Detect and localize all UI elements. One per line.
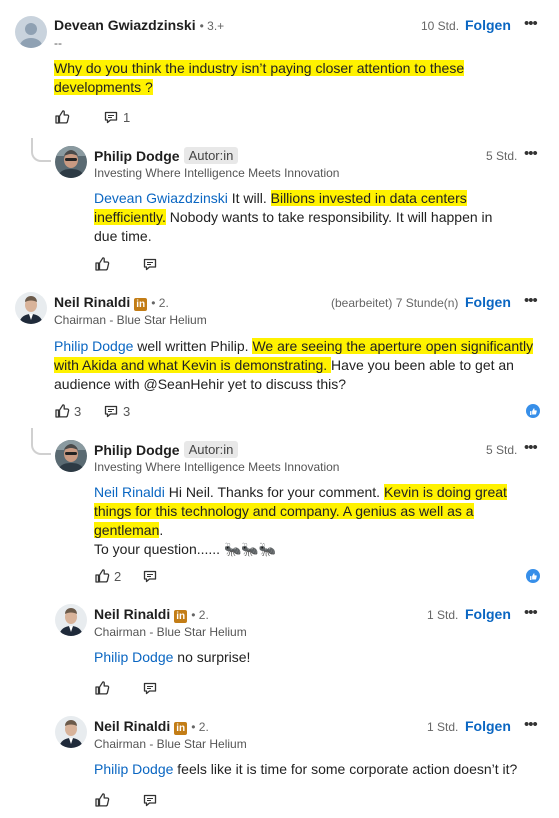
- timestamp: 5 Std.: [486, 149, 518, 163]
- comment-icon: [103, 403, 119, 419]
- timestamp: 1 Std.: [427, 608, 459, 622]
- reply-button[interactable]: 3: [103, 403, 130, 419]
- comment-text: Philip Dodge no surprise!: [94, 649, 251, 665]
- avatar[interactable]: [55, 716, 87, 748]
- linkedin-premium-icon: in: [174, 610, 188, 623]
- like-button[interactable]: [94, 680, 110, 696]
- like-button[interactable]: 2: [94, 568, 121, 584]
- mention-link[interactable]: Philip Dodge: [54, 338, 133, 354]
- reply-count: 1: [123, 109, 131, 125]
- avatar[interactable]: [55, 440, 87, 472]
- more-icon[interactable]: •••: [524, 293, 538, 308]
- reply-button[interactable]: [142, 680, 158, 696]
- avatar[interactable]: [55, 146, 87, 178]
- mention-link[interactable]: Philip Dodge: [94, 761, 173, 777]
- mention-link[interactable]: Devean Gwiazdzinski: [94, 190, 228, 206]
- comment-text: Neil Rinaldi Hi Neil. Thanks for your co…: [94, 484, 507, 557]
- linkedin-premium-icon: in: [134, 298, 148, 311]
- author-subtitle: --: [54, 36, 62, 50]
- author-name[interactable]: Neil Rinaldi: [94, 718, 170, 734]
- thumbs-up-icon: [54, 403, 70, 419]
- more-icon[interactable]: •••: [524, 440, 538, 455]
- thread-line: [31, 138, 51, 162]
- author-badge: Autor:in: [183, 441, 239, 458]
- thumbs-up-icon: [94, 568, 110, 584]
- like-count: 2: [114, 568, 122, 584]
- thumbs-up-icon: [94, 680, 110, 696]
- author-name[interactable]: Neil Rinaldi: [54, 294, 130, 310]
- more-icon[interactable]: •••: [524, 16, 538, 31]
- like-count: 3: [74, 403, 82, 419]
- more-icon[interactable]: •••: [524, 717, 538, 732]
- more-icon[interactable]: •••: [524, 605, 538, 620]
- follow-button[interactable]: Folgen: [465, 294, 511, 310]
- like-button[interactable]: [94, 792, 110, 808]
- comment-icon: [103, 109, 119, 125]
- author-subtitle: Chairman - Blue Star Helium: [94, 625, 247, 639]
- comment-icon: [142, 256, 158, 272]
- thumbs-up-icon: [94, 792, 110, 808]
- author-name[interactable]: Neil Rinaldi: [94, 606, 170, 622]
- thumbs-up-icon: [54, 109, 70, 125]
- like-button[interactable]: [54, 109, 70, 125]
- thumbs-up-icon: [94, 256, 110, 272]
- mention-link[interactable]: Philip Dodge: [94, 649, 173, 665]
- timestamp: (bearbeitet) 7 Stunde(n): [331, 296, 459, 310]
- follow-button[interactable]: Folgen: [465, 606, 511, 622]
- highlighted-text: Why do you think the industry isn’t payi…: [54, 60, 465, 95]
- avatar[interactable]: [55, 604, 87, 636]
- avatar[interactable]: [15, 292, 47, 324]
- avatar[interactable]: [15, 16, 47, 48]
- author-subtitle: Chairman - Blue Star Helium: [54, 313, 207, 327]
- comment-text: Why do you think the industry isn’t payi…: [54, 59, 484, 97]
- thread-line: [31, 428, 51, 455]
- author-subtitle: Chairman - Blue Star Helium: [94, 737, 247, 751]
- timestamp: 10 Std.: [421, 19, 460, 33]
- reply-button[interactable]: 1: [103, 109, 130, 125]
- author-badge: Autor:in: [183, 147, 239, 164]
- connection-degree: • 2.: [151, 296, 169, 310]
- more-icon[interactable]: •••: [524, 146, 538, 161]
- follow-button[interactable]: Folgen: [465, 718, 511, 734]
- author-name[interactable]: Philip Dodge: [94, 442, 180, 458]
- comment-icon: [142, 568, 158, 584]
- like-button[interactable]: [94, 256, 110, 272]
- connection-degree: • 3.+: [199, 19, 225, 33]
- author-subtitle: Investing Where Intelligence Meets Innov…: [94, 460, 340, 474]
- comment-icon: [142, 792, 158, 808]
- comment-text: Philip Dodge well written Philip. We are…: [54, 338, 534, 392]
- like-reaction-icon[interactable]: [526, 404, 540, 418]
- comment-icon: [142, 680, 158, 696]
- timestamp: 5 Std.: [486, 443, 518, 457]
- like-reaction-icon[interactable]: [526, 569, 540, 583]
- author-name[interactable]: Devean Gwiazdzinski: [54, 17, 196, 33]
- follow-button[interactable]: Folgen: [465, 17, 511, 33]
- like-button[interactable]: 3: [54, 403, 81, 419]
- timestamp: 1 Std.: [427, 720, 459, 734]
- reply-count: 3: [123, 403, 131, 419]
- reply-button[interactable]: [142, 568, 158, 584]
- linkedin-premium-icon: in: [174, 722, 188, 735]
- comment-text: Philip Dodge feels like it is time for s…: [94, 761, 518, 777]
- connection-degree: • 2.: [191, 720, 209, 734]
- comment-line: To your question...... 🐜🐜🐜: [94, 541, 277, 557]
- mention-link[interactable]: Neil Rinaldi: [94, 484, 165, 500]
- comment-text: Devean Gwiazdzinski It will. Billions in…: [94, 190, 493, 244]
- connection-degree: • 2.: [191, 608, 209, 622]
- reply-button[interactable]: [142, 256, 158, 272]
- author-subtitle: Investing Where Intelligence Meets Innov…: [94, 166, 340, 180]
- reply-button[interactable]: [142, 792, 158, 808]
- author-name[interactable]: Philip Dodge: [94, 148, 180, 164]
